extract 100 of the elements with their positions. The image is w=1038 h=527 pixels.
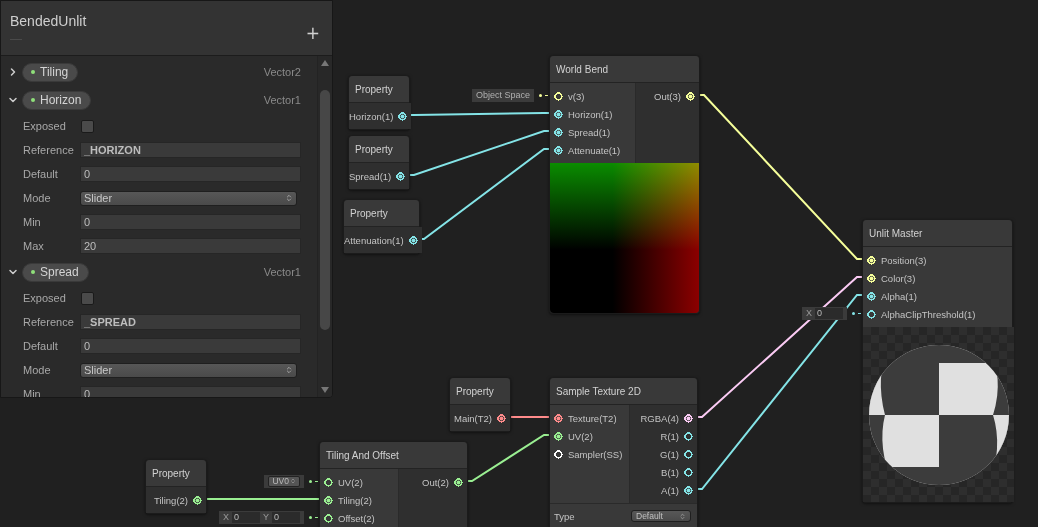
node-title: Property bbox=[450, 378, 510, 405]
space-dropdown[interactable]: Object Space bbox=[471, 88, 534, 102]
port-handle[interactable] bbox=[684, 467, 693, 477]
port-handle[interactable] bbox=[454, 477, 463, 487]
setting-label: Type bbox=[554, 510, 575, 522]
dot-icon bbox=[309, 479, 312, 483]
add-button[interactable]: + bbox=[303, 25, 322, 42]
axis-label: X bbox=[222, 512, 229, 522]
number-field[interactable]: 0 bbox=[80, 166, 301, 182]
property-pill[interactable]: Spread bbox=[22, 262, 89, 282]
port-label: Horizon(1) bbox=[568, 108, 613, 120]
port-label: Tiling(2) bbox=[154, 494, 188, 506]
mode-dropdown[interactable]: Slider bbox=[80, 190, 297, 206]
field-label: Min bbox=[23, 216, 42, 228]
field-label: Max bbox=[23, 240, 45, 252]
field-label: Mode bbox=[23, 192, 52, 204]
field-label: Default bbox=[23, 168, 59, 180]
reference-field[interactable]: _SPREAD bbox=[80, 314, 301, 330]
graph-node[interactable]: World Bend v(3) Horizon(1) Spread(1) Attenuate(1) Out(3) bbox=[549, 55, 700, 314]
port-handle[interactable] bbox=[684, 449, 693, 459]
property-pill[interactable]: Tiling bbox=[22, 62, 79, 82]
port-label: Attenuate(1) bbox=[568, 144, 621, 156]
port-handle[interactable] bbox=[324, 477, 333, 487]
type-dropdown[interactable]: Default bbox=[631, 510, 691, 522]
port-label: Tiling(2) bbox=[338, 494, 372, 506]
graph-node[interactable]: Property Spread(1) bbox=[348, 135, 410, 190]
port-handle[interactable] bbox=[684, 413, 693, 423]
port-handle[interactable] bbox=[398, 111, 408, 121]
channel-dropdown[interactable]: UV0 bbox=[268, 475, 300, 487]
mode-dropdown[interactable]: Slider bbox=[80, 362, 297, 378]
port-handle[interactable] bbox=[867, 309, 876, 319]
port-handle[interactable] bbox=[684, 431, 693, 441]
port-handle[interactable] bbox=[867, 291, 876, 301]
field-label: Exposed bbox=[23, 120, 67, 132]
number-field[interactable]: 0 bbox=[80, 338, 301, 354]
node-title: Sample Texture 2D bbox=[550, 378, 697, 405]
port-label: RGBA(4) bbox=[640, 412, 679, 424]
port-label: UV(2) bbox=[338, 476, 363, 488]
value-field[interactable]: 0 bbox=[272, 511, 300, 523]
port-handle[interactable] bbox=[554, 109, 563, 119]
port-label: Attenuation(1) bbox=[344, 234, 404, 246]
port-label: A(1) bbox=[661, 484, 679, 496]
node-title: Property bbox=[146, 460, 206, 487]
graph-node[interactable]: Tiling And Offset UV(2) Tiling(2) Offset(2) Out(2) bbox=[319, 441, 468, 527]
port-handle[interactable] bbox=[408, 235, 418, 245]
number-field[interactable]: 0 bbox=[80, 214, 301, 230]
updown-icon bbox=[285, 194, 293, 202]
dot-icon bbox=[852, 311, 855, 315]
port-handle[interactable] bbox=[554, 413, 563, 423]
dot-icon bbox=[31, 70, 35, 74]
checkbox[interactable] bbox=[81, 291, 94, 305]
dot-icon bbox=[309, 515, 312, 519]
node-title: Tiling And Offset bbox=[320, 442, 467, 469]
property-pill[interactable]: Horizon bbox=[22, 90, 92, 110]
property-type: Vector1 bbox=[263, 94, 301, 106]
port-label: B(1) bbox=[661, 466, 679, 478]
graph-node[interactable]: Property Main(T2) bbox=[449, 377, 511, 432]
updown-icon bbox=[679, 512, 686, 520]
port-handle[interactable] bbox=[554, 431, 563, 441]
checkbox[interactable] bbox=[81, 119, 94, 133]
port-handle[interactable] bbox=[684, 485, 693, 495]
graph-node[interactable]: Sample Texture 2D Texture(T2) UV(2) Sampler(SS) RGBA(4) R(1) G(1) B(1) A(1) Type Default bbox=[549, 377, 698, 527]
port-handle[interactable] bbox=[554, 127, 563, 137]
field-label: Reference bbox=[23, 144, 75, 156]
port-handle[interactable] bbox=[324, 513, 333, 523]
scrollbar[interactable] bbox=[317, 56, 332, 397]
port-label: v(3) bbox=[568, 90, 585, 102]
port-handle[interactable] bbox=[324, 495, 333, 505]
graph-node[interactable]: Unlit Master Position(3) Color(3) Alpha(1) AlphaClipThreshold(1) bbox=[862, 219, 1013, 503]
graph-node[interactable]: Property Tiling(2) bbox=[145, 459, 207, 514]
port-label: Alpha(1) bbox=[881, 290, 917, 302]
port-label: Out(2) bbox=[422, 476, 449, 488]
port-label: Horizon(1) bbox=[349, 110, 394, 122]
property-type: Vector1 bbox=[263, 266, 301, 278]
port-handle[interactable] bbox=[193, 495, 202, 505]
field-label: Reference bbox=[23, 316, 75, 328]
port-label: Sampler(SS) bbox=[568, 448, 623, 460]
node-title: Property bbox=[344, 200, 419, 227]
property-type: Vector2 bbox=[263, 66, 301, 78]
field-label: Exposed bbox=[23, 292, 67, 304]
port-label: G(1) bbox=[660, 448, 679, 460]
value-field[interactable]: 0 bbox=[232, 511, 260, 523]
port-handle[interactable] bbox=[554, 145, 563, 155]
dot-icon bbox=[31, 270, 35, 274]
value-field[interactable]: 0 bbox=[815, 307, 843, 319]
graph-node[interactable]: Property Horizon(1) bbox=[348, 75, 410, 130]
port-label: Out(3) bbox=[654, 90, 681, 102]
port-label: Color(3) bbox=[881, 272, 916, 284]
reference-field[interactable]: _HORIZON bbox=[80, 142, 301, 158]
port-handle[interactable] bbox=[396, 171, 406, 181]
graph-node[interactable]: Property Attenuation(1) bbox=[343, 199, 420, 254]
number-field[interactable]: 20 bbox=[80, 238, 301, 254]
field-label: Default bbox=[23, 340, 59, 352]
node-title: Property bbox=[349, 76, 409, 103]
node-title: World Bend bbox=[550, 56, 699, 83]
dot-icon bbox=[31, 98, 35, 102]
port-handle[interactable] bbox=[497, 413, 506, 423]
port-label: UV(2) bbox=[568, 430, 593, 442]
port-label: Spread(1) bbox=[349, 170, 392, 182]
axis-label: X bbox=[806, 308, 812, 318]
